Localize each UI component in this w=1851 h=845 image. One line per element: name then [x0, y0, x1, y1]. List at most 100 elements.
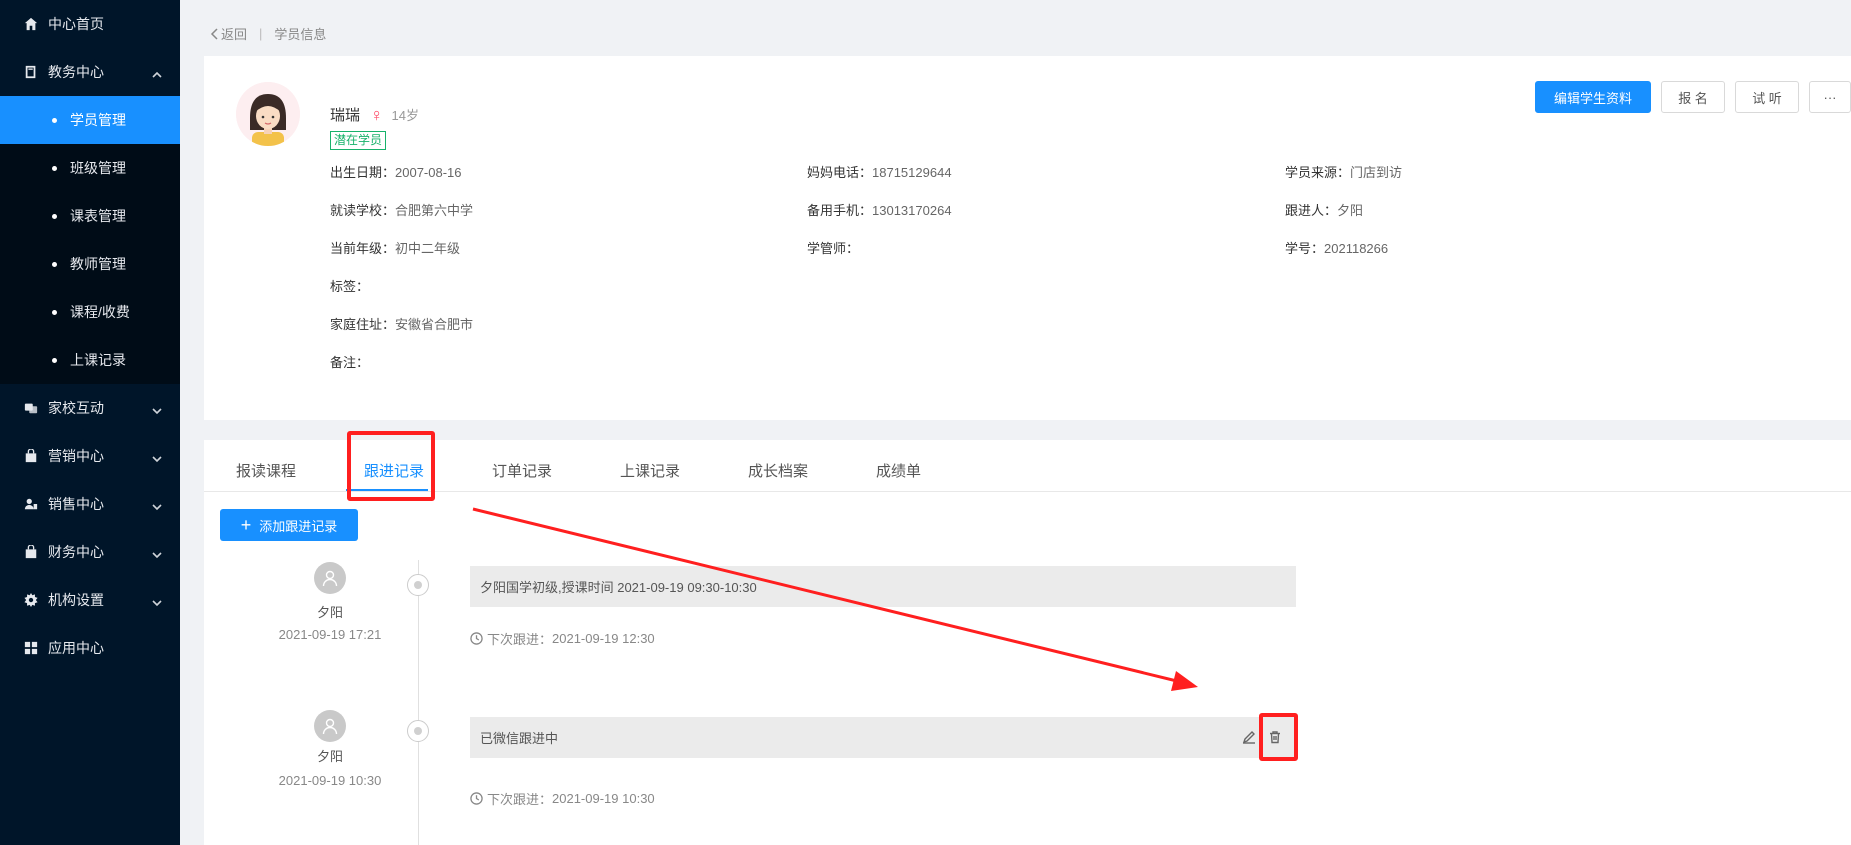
chevron-up-icon	[152, 67, 162, 78]
add-follow-record-button[interactable]: + 添加跟进记录	[220, 509, 358, 541]
field-value: 合肥第六中学	[395, 203, 474, 218]
sidebar-item-students[interactable]: 学员管理	[0, 96, 180, 144]
tab-enrolled-courses[interactable]: 报读课程	[236, 460, 296, 481]
record-user: 夕阳	[316, 605, 343, 620]
sidebar-item-label: 课程/收费	[70, 304, 130, 320]
sidebar-item-label: 家校互动	[48, 400, 104, 416]
next-follow-value: 2021-09-19 12:30	[552, 631, 655, 646]
bullet-icon	[52, 165, 57, 171]
sidebar-item-classes[interactable]: 班级管理	[0, 144, 180, 192]
user-icon	[322, 718, 338, 735]
trial-button[interactable]: 试 听	[1735, 81, 1799, 113]
back-label: 返回	[221, 27, 248, 42]
tab-orders[interactable]: 订单记录	[492, 460, 552, 481]
status-badge: 潜在学员	[330, 131, 387, 150]
sidebar-item-sales[interactable]: 销售中心	[0, 480, 180, 528]
record-user: 夕阳	[316, 749, 343, 764]
record-time: 2021-09-19 17:21	[278, 627, 382, 642]
sidebar-item-home[interactable]: 中心首页	[0, 0, 180, 48]
bullet-icon	[52, 309, 57, 315]
sidebar-item-label: 中心首页	[48, 16, 104, 32]
field-value: 202118266	[1324, 241, 1389, 256]
student-name: 瑞瑞	[330, 107, 361, 124]
field-label: 学管师：	[807, 241, 860, 256]
sidebar-item-teachers[interactable]: 教师管理	[0, 240, 180, 288]
bullet-icon	[52, 261, 57, 267]
back-link[interactable]: 返回	[210, 24, 247, 43]
student-avatar	[236, 82, 300, 146]
records-card: 报读课程 跟进记录 订单记录 上课记录 成长档案 成绩单 + 添加跟进记录 夕阳…	[204, 440, 1851, 845]
field-label: 跟进人：	[1285, 203, 1338, 218]
bag-icon	[24, 449, 38, 463]
more-button[interactable]: ···	[1809, 81, 1851, 113]
field-source: 学员来源：门店到访	[1285, 162, 1402, 181]
sidebar-item-schedule[interactable]: 课表管理	[0, 192, 180, 240]
bullet-icon	[52, 117, 57, 123]
sidebar-item-label: 机构设置	[48, 592, 104, 608]
female-icon: ♀	[370, 104, 384, 125]
chevron-down-icon	[152, 547, 162, 559]
sidebar-item-settings[interactable]: 机构设置	[0, 576, 180, 624]
interaction-icon	[24, 401, 38, 415]
field-tags: 标签：	[330, 276, 369, 295]
gear-icon	[24, 593, 38, 607]
field-label: 家庭住址：	[330, 317, 396, 332]
record-time: 2021-09-19 10:30	[278, 773, 382, 788]
users-icon	[24, 497, 38, 511]
tab-class-records[interactable]: 上课记录	[620, 460, 680, 481]
sidebar-item-class-records[interactable]: 上课记录	[0, 336, 180, 384]
breadcrumb-current: 学员信息	[274, 27, 327, 42]
record-content: 夕阳国学初级,授课时间 2021-09-19 09:30-10:30	[470, 566, 1296, 607]
enroll-button[interactable]: 报 名	[1661, 81, 1725, 113]
field-school: 就读学校：合肥第六中学	[330, 200, 473, 219]
tab-growth[interactable]: 成长档案	[748, 460, 808, 481]
annotation-highlight-tab	[347, 431, 435, 501]
clock-icon	[470, 632, 483, 645]
sidebar: 中心首页 教务中心 学员管理 班级管理 课表管理 教师管理 课程/收费 上课记录…	[0, 0, 180, 845]
field-grade: 当前年级：初中二年级	[330, 238, 460, 257]
field-value: 夕阳	[1337, 203, 1364, 218]
sidebar-item-marketing[interactable]: 营销中心	[0, 432, 180, 480]
field-value: 安徽省合肥市	[395, 317, 474, 332]
sidebar-item-apps[interactable]: 应用中心	[0, 624, 180, 672]
grid-icon	[24, 641, 38, 655]
sidebar-item-label: 课表管理	[70, 208, 126, 224]
field-value: 2007-08-16	[395, 165, 462, 180]
plus-icon: +	[240, 515, 252, 535]
timeline-line	[418, 560, 419, 845]
field-value: 13013170264	[872, 203, 952, 218]
breadcrumb-separator: |	[259, 26, 263, 41]
sidebar-item-courses[interactable]: 课程/收费	[0, 288, 180, 336]
timeline-node	[407, 720, 429, 742]
next-follow-value: 2021-09-19 10:30	[552, 791, 655, 806]
tab-transcript[interactable]: 成绩单	[876, 460, 921, 481]
sidebar-item-home-school[interactable]: 家校互动	[0, 384, 180, 432]
sidebar-item-academic[interactable]: 教务中心	[0, 48, 180, 96]
sidebar-item-label: 学员管理	[70, 112, 126, 128]
sidebar-item-label: 班级管理	[70, 160, 126, 176]
avatar	[314, 710, 346, 742]
avatar	[314, 562, 346, 594]
field-student-id: 学号：202118266	[1285, 238, 1388, 257]
tab-bar: 报读课程 跟进记录 订单记录 上课记录 成长档案 成绩单	[204, 440, 1851, 492]
record-text: 夕阳国学初级,授课时间 2021-09-19 09:30-10:30	[480, 580, 757, 595]
edit-icon[interactable]	[1241, 729, 1257, 745]
sidebar-item-finance[interactable]: 财务中心	[0, 528, 180, 576]
sidebar-item-label: 营销中心	[48, 448, 104, 464]
student-name-row: 瑞瑞 ♀ 14岁	[330, 104, 419, 125]
field-label: 妈妈电话：	[807, 165, 873, 180]
edit-student-button[interactable]: 编辑学生资料	[1535, 81, 1651, 113]
wallet-icon	[24, 545, 38, 559]
academic-submenu: 学员管理 班级管理 课表管理 教师管理 课程/收费 上课记录	[0, 96, 180, 384]
field-label: 当前年级：	[330, 241, 396, 256]
field-label: 备用手机：	[807, 203, 873, 218]
sidebar-item-label: 销售中心	[48, 496, 104, 512]
field-value: 初中二年级	[395, 241, 461, 256]
field-backup-phone: 备用手机：13013170264	[807, 200, 952, 219]
student-info-card: 瑞瑞 ♀ 14岁 潜在学员 编辑学生资料 报 名 试 听 ··· 出生日期：20…	[204, 56, 1851, 420]
sidebar-item-label: 财务中心	[48, 544, 104, 560]
record-text: 已微信跟进中	[480, 731, 559, 746]
chevron-down-icon	[152, 499, 162, 511]
home-icon	[24, 17, 38, 31]
field-mom-phone: 妈妈电话：18715129644	[807, 162, 952, 181]
